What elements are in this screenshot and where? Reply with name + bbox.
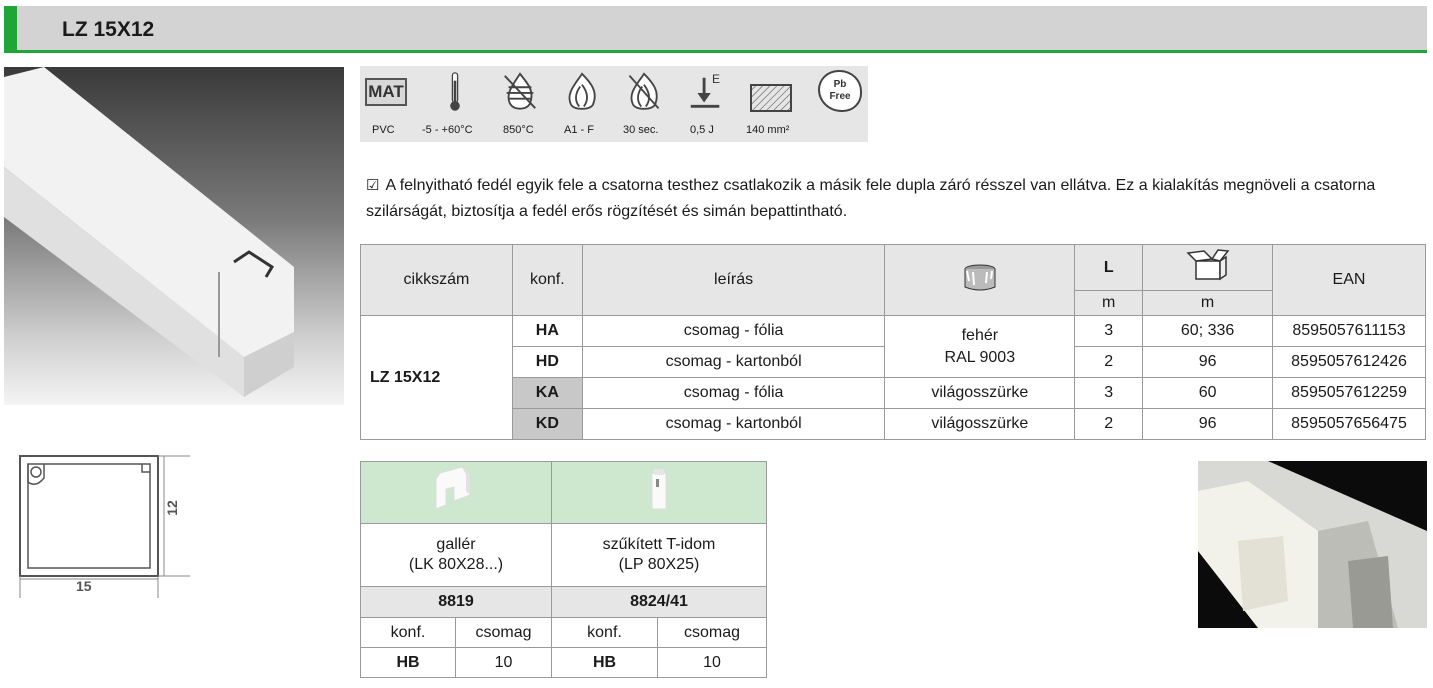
row-box: 60; 336 [1142,315,1274,347]
properties-icon-panel: MAT PVC -5 - +60°C 850°C A1 - F 30 sec. … [360,66,868,142]
col-header-box-unit: m [1142,290,1274,316]
accessory-csomag-header: csomag [455,617,552,648]
row-color: világosszürke [884,408,1076,440]
row-konf: KD [511,408,583,440]
row-ean: 8595057612426 [1272,346,1426,378]
product-photo-colors [1198,461,1427,628]
icon-label-fire-duration: 30 sec. [623,124,659,136]
cross-section-width: 15 [76,578,92,594]
cross-section-icon [750,84,792,112]
page-header: LZ 15X12 [4,6,1427,53]
table-row: KD csomag - kartonból világosszürke 2 96… [361,408,1426,440]
icon-label-cross-section: 140 mm² [746,124,790,136]
row-description: csomag - fólia [581,377,886,409]
col-header-konf: konf. [511,244,583,316]
cross-section-drawing: 15 12 [14,448,194,603]
table-row: KA csomag - fólia világosszürke 3 60 859… [361,377,1426,409]
icon-label-flammability: A1 - F [564,124,594,136]
row-description: csomag - kartonból [581,408,886,440]
table-row: LZ 15X12 HA csomag - fólia fehér RAL 900… [360,315,1426,440]
col-header-length-unit: m [1074,290,1144,316]
row-konf: HD [511,346,583,378]
header-accent-bar [4,6,17,53]
flame-icon [568,72,596,110]
col-header-article: cikkszám [360,244,513,316]
paint-bucket-icon [964,264,996,290]
row-konf: HA [511,315,583,347]
row-length: 3 [1074,315,1144,347]
accessory-csomag-value: 10 [455,647,552,678]
checkmark-icon: ☑ [366,177,380,194]
accessory-csomag-header: csomag [657,617,767,648]
row-length: 3 [1074,377,1144,409]
icon-label-temperature: -5 - +60°C [422,124,473,136]
accessory-konf-value: HB [360,647,456,678]
col-header-color [884,244,1076,316]
row-ean: 8595057656475 [1272,408,1426,440]
col-header-box [1142,244,1274,291]
row-ean: 8595057611153 [1272,315,1426,347]
article-number: LZ 15X12 [360,315,513,440]
icon-label-impact: 0,5 J [690,124,714,136]
product-photo [4,67,344,405]
col-header-length: L [1074,244,1144,291]
row-konf: KA [511,377,583,409]
accessory-image-t-piece [551,461,767,524]
icon-label-material: PVC [372,124,395,136]
cross-section-height: 12 [163,500,180,516]
row-color-white: fehér RAL 9003 [884,315,1076,378]
thermometer-icon [450,72,460,111]
page-title: LZ 15X12 [62,18,155,41]
accessory-image-collar [360,461,552,524]
accessory-code-collar: 8819 [360,586,552,618]
mat-icon: MAT [365,78,407,106]
accessory-konf-header: konf. [551,617,658,648]
t-piece-icon [651,469,667,510]
row-box: 96 [1142,408,1274,440]
row-color: világosszürke [884,377,1076,409]
product-table: cikkszám konf. leírás L EAN m m LZ 15X12… [360,244,1426,440]
product-description: ☑ A felnyitható fedél egyik fele a csator… [366,173,1416,225]
accessory-konf-value: HB [551,647,658,678]
glow-wire-icon [504,72,536,110]
row-box: 96 [1142,346,1274,378]
fire-resistance-icon [628,72,660,110]
row-ean: 8595057612259 [1272,377,1426,409]
row-length: 2 [1074,346,1144,378]
row-description: csomag - fólia [581,315,886,347]
row-description: csomag - kartonból [581,346,886,378]
accessory-name-t-piece: szűkített T-idom (LP 80X25) [551,523,767,587]
row-box: 60 [1142,377,1274,409]
icon-label-glow-wire: 850°C [503,124,534,136]
collar-icon [435,466,471,510]
accessory-code-t-piece: 8824/41 [551,586,767,618]
accessory-csomag-value: 10 [657,647,767,678]
col-header-description: leírás [581,244,886,316]
row-length: 2 [1074,408,1144,440]
col-header-ean: EAN [1272,244,1426,316]
accessory-konf-header: konf. [360,617,456,648]
accessory-name-collar: gallér (LK 80X28...) [360,523,552,587]
pb-free-icon: Pb Free [818,70,862,112]
impact-icon-glyph: E [712,72,721,86]
box-icon [1185,249,1230,281]
accessories-table: gallér (LK 80X28...) szűkített T-idom (L… [360,461,767,678]
